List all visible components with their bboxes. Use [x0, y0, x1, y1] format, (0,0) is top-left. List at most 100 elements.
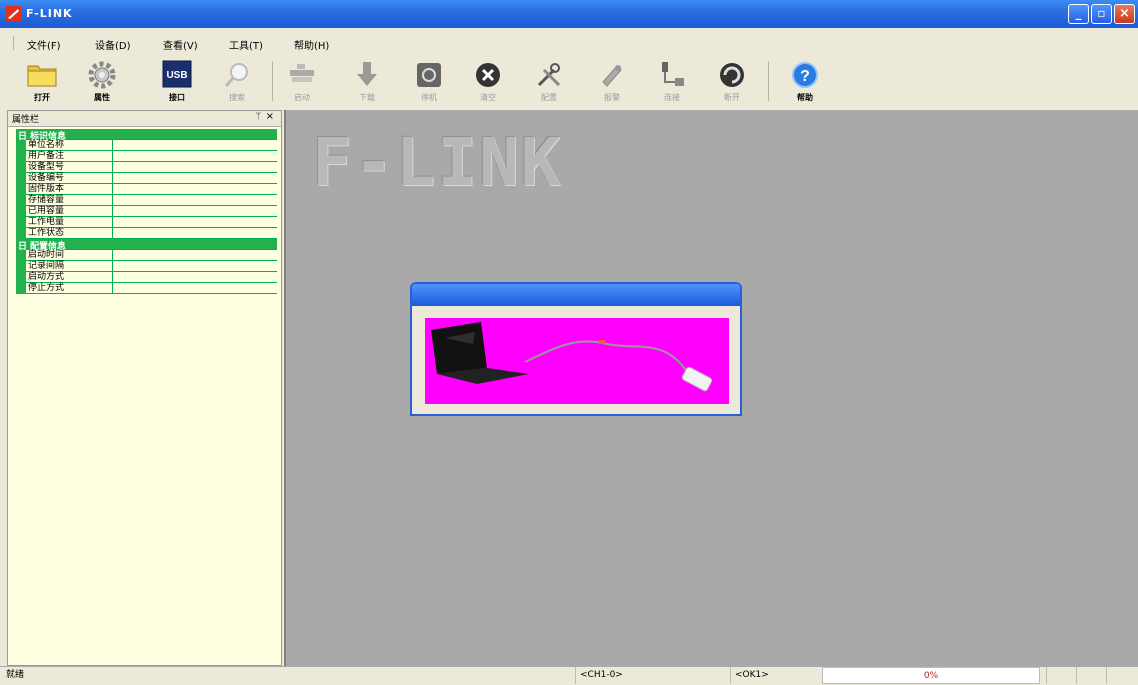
status-text: 就绪: [6, 670, 25, 680]
main-area: F-LINK: [284, 110, 1138, 666]
property-row[interactable]: 单位名称: [16, 140, 277, 151]
clear-label: 清空: [480, 93, 496, 102]
property-row[interactable]: 设备编号: [16, 173, 277, 184]
help-button[interactable]: ? 帮助: [783, 55, 827, 105]
row-gutter: [16, 272, 26, 283]
property-row[interactable]: 已用容量: [16, 206, 277, 217]
row-gutter: [16, 228, 26, 239]
download-label: 下载: [359, 93, 375, 102]
property-name: 设备编号: [28, 173, 113, 183]
panel-header: 属性栏 ᛘ ×: [8, 111, 281, 127]
menu-bar: 文件(F) 设备(D) 查看(V) 工具(T) 帮助(H): [0, 32, 1138, 54]
row-gutter: [16, 173, 26, 184]
category-config[interactable]: 日 配置信息: [16, 239, 277, 252]
open-button[interactable]: 打开: [20, 55, 64, 105]
panel-close-icon[interactable]: ×: [266, 111, 274, 122]
magnifier-icon: [224, 63, 248, 87]
property-name: 记录间隔: [28, 261, 113, 271]
device-icon: [290, 64, 314, 82]
property-row[interactable]: 启动时间: [16, 250, 277, 261]
panel-title: 属性栏: [12, 115, 40, 125]
property-name: 启动方式: [28, 272, 113, 282]
row-gutter: [16, 151, 26, 162]
menu-grip: [13, 36, 14, 50]
menu-tools[interactable]: 工具(T): [229, 37, 263, 52]
dialog-title-bar: [412, 284, 740, 306]
search-label: 搜索: [229, 93, 245, 102]
tools-icon: [537, 63, 561, 87]
open-label: 打开: [34, 93, 50, 102]
row-gutter: [16, 261, 26, 272]
stop-icon: [417, 63, 441, 87]
properties-label: 属性: [94, 93, 110, 102]
restore-button[interactable]: ▫: [1091, 4, 1112, 24]
category-identity[interactable]: 日 标识信息: [16, 129, 277, 142]
row-gutter: [16, 162, 26, 173]
start-label: 启动: [294, 93, 310, 102]
help-label: 帮助: [797, 93, 813, 102]
download-icon: [357, 62, 377, 86]
row-gutter: [16, 250, 26, 261]
status-pane: [1076, 667, 1102, 684]
usb-icon: USB: [162, 60, 192, 88]
download-button[interactable]: 下载: [345, 55, 389, 105]
clear-button[interactable]: 清空: [466, 55, 510, 105]
alarm-label: 报警: [604, 93, 620, 102]
menu-file[interactable]: 文件(F): [27, 37, 61, 52]
status-bar: 就绪 <CH1-0> <OK1> 0%: [0, 666, 1138, 685]
laptop-usb-image: [431, 322, 713, 392]
start-button[interactable]: 启动: [280, 55, 324, 105]
property-grid: 日 标识信息 单位名称 用户备注 设备型号 设备编号 固件版本 存储容量 已用容…: [16, 129, 277, 294]
config-label: 配置: [541, 93, 557, 102]
connection-animation: [425, 318, 729, 404]
connect-icon: [662, 62, 684, 86]
clear-icon: [476, 63, 500, 87]
pin-icon[interactable]: ᛘ: [256, 112, 261, 122]
menu-help[interactable]: 帮助(H): [294, 37, 329, 52]
search-button[interactable]: 搜索: [215, 55, 259, 105]
property-row[interactable]: 启动方式: [16, 272, 277, 283]
property-row[interactable]: 固件版本: [16, 184, 277, 195]
property-row[interactable]: 设备型号: [16, 162, 277, 173]
status-channel: <CH1-0>: [575, 667, 715, 684]
toolbar-separator: [768, 61, 769, 101]
disconnect-button[interactable]: 断开: [710, 55, 754, 105]
row-gutter: [16, 206, 26, 217]
property-name: 工作状态: [28, 228, 113, 238]
stop-label: 停机: [421, 93, 437, 102]
title-bar: F-LINK _ ▫ ×: [0, 0, 1138, 28]
gear-icon: [88, 61, 116, 89]
property-row[interactable]: 用户备注: [16, 151, 277, 162]
connection-dialog: [410, 282, 742, 416]
alarm-button[interactable]: 报警: [590, 55, 634, 105]
property-row[interactable]: 工作电量: [16, 217, 277, 228]
interface-button[interactable]: USB 接口: [155, 55, 199, 105]
alarm-icon: [602, 65, 622, 87]
row-gutter: [16, 217, 26, 228]
row-gutter: [16, 283, 26, 294]
property-panel: 属性栏 ᛘ × 日 标识信息 单位名称 用户备注 设备型号 设备编号 固件版本 …: [7, 110, 282, 666]
disconnect-label: 断开: [724, 93, 740, 102]
properties-button[interactable]: 属性: [80, 55, 124, 105]
svg-text:?: ?: [800, 68, 810, 85]
connect-label: 连接: [664, 93, 680, 102]
interface-label: 接口: [169, 93, 185, 102]
property-name: 存储容量: [28, 195, 113, 205]
property-row[interactable]: 存储容量: [16, 195, 277, 206]
close-button[interactable]: ×: [1114, 4, 1135, 24]
row-gutter: [16, 140, 26, 151]
status-pane: [1106, 667, 1132, 684]
property-row[interactable]: 工作状态: [16, 228, 277, 239]
property-row[interactable]: 记录间隔: [16, 261, 277, 272]
menu-device[interactable]: 设备(D): [95, 37, 131, 52]
menu-view[interactable]: 查看(V): [163, 37, 198, 52]
config-button[interactable]: 配置: [527, 55, 571, 105]
row-gutter: [16, 195, 26, 206]
minimize-button[interactable]: _: [1068, 4, 1089, 24]
property-row[interactable]: 停止方式: [16, 283, 277, 294]
stop-button[interactable]: 停机: [407, 55, 451, 105]
status-pane: [1046, 667, 1072, 684]
toolbar-separator: [272, 61, 273, 101]
progress-indicator: 0%: [822, 667, 1040, 684]
connect-button[interactable]: 连接: [650, 55, 694, 105]
